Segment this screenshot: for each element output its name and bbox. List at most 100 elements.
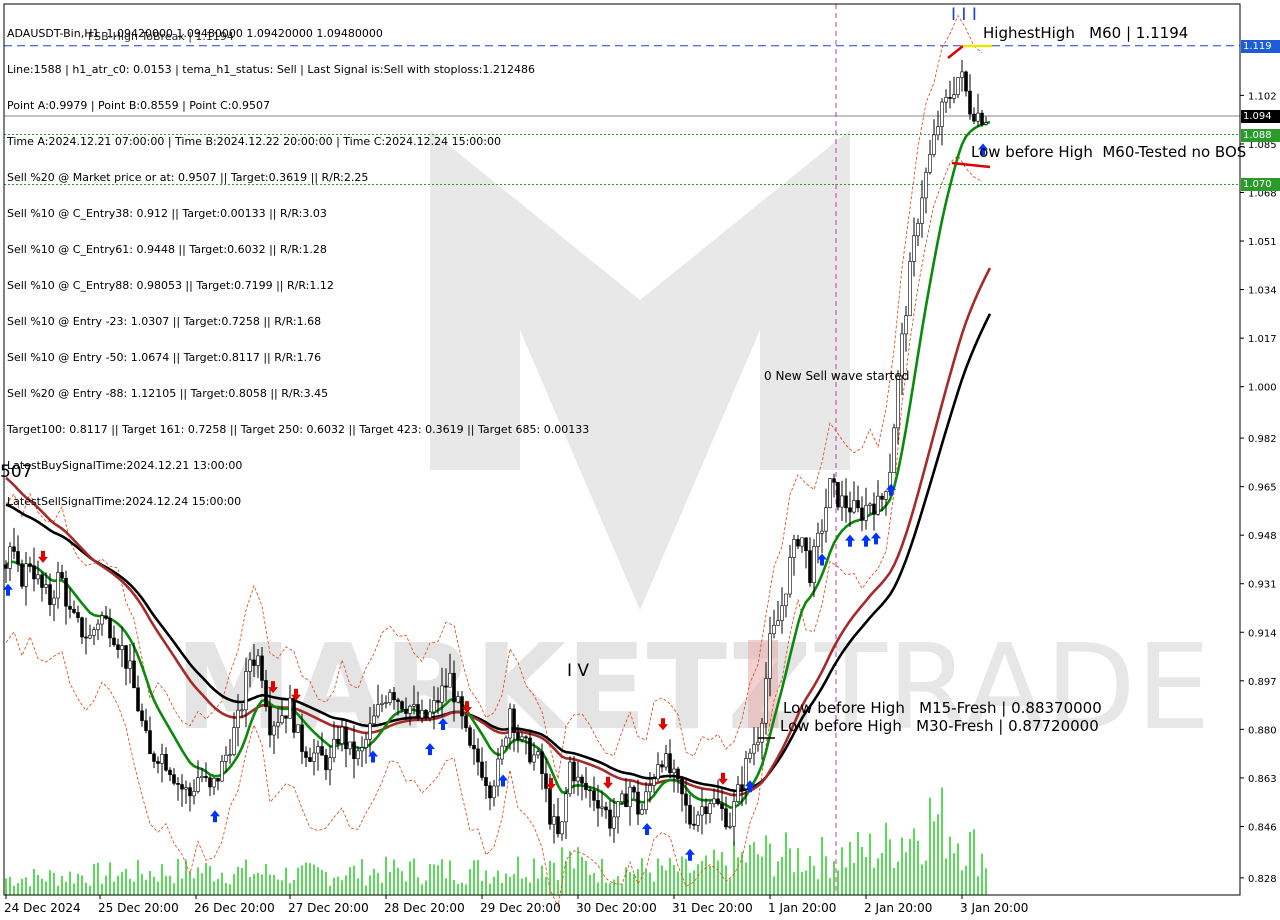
candle-body xyxy=(140,710,144,721)
price-tag: 1.094 xyxy=(1241,109,1280,123)
buy-arrow xyxy=(642,823,652,836)
candle-body xyxy=(64,578,68,607)
candle-body xyxy=(712,798,716,804)
candle-body xyxy=(256,655,260,666)
info-line: LatestSellSignalTime:2024.12.24 15:00:00 xyxy=(7,495,242,508)
candle-body xyxy=(972,113,976,122)
candle-body xyxy=(708,803,712,815)
candle-body xyxy=(808,550,812,583)
price-tick-label: 0.897 xyxy=(1248,677,1277,688)
candle-body xyxy=(884,491,888,500)
candle-body xyxy=(732,801,736,827)
candle-body xyxy=(736,784,740,802)
candle-body xyxy=(820,530,824,534)
candle-body xyxy=(656,764,660,780)
candle-body xyxy=(908,261,912,317)
candle-body xyxy=(668,753,672,774)
info-line: Time A:2024.12.21 07:00:00 | Time B:2024… xyxy=(7,135,501,148)
candle-body xyxy=(968,90,972,115)
candle-body xyxy=(620,793,624,803)
candle-body xyxy=(272,725,276,736)
low-marker-red xyxy=(951,161,991,169)
candle-body xyxy=(220,761,224,782)
candle-body xyxy=(788,557,792,595)
candle-body xyxy=(240,709,244,712)
candle-body xyxy=(548,788,552,825)
candle-body xyxy=(636,791,640,815)
time-tick-label: 29 Dec 20:00 xyxy=(480,901,561,915)
candle-body xyxy=(284,715,288,719)
candle-body xyxy=(752,744,756,754)
info-line: Sell %10 @ Entry -50: 1.0674 || Target:0… xyxy=(7,351,322,364)
candle-body xyxy=(144,720,148,731)
candle-body xyxy=(420,709,424,719)
candle-body xyxy=(580,776,584,784)
candle-body xyxy=(692,823,696,826)
highest-high-label: HighestHigh M60 | 1.1194 xyxy=(983,24,1189,42)
candle-body xyxy=(368,723,372,740)
candle-body xyxy=(864,505,868,521)
candle-body xyxy=(96,623,100,630)
candle-body xyxy=(556,816,560,835)
candle-body xyxy=(780,605,784,621)
candle-body xyxy=(796,539,800,547)
candle-body xyxy=(944,97,948,103)
candle-body xyxy=(192,791,196,797)
candle-body xyxy=(160,754,164,764)
candle-body xyxy=(108,618,112,639)
candle-body xyxy=(740,784,744,790)
candle-body xyxy=(896,375,900,429)
candle-body xyxy=(24,563,28,587)
candle-body xyxy=(280,715,284,724)
candle-body xyxy=(344,726,348,750)
candle-body xyxy=(380,702,384,705)
time-tick-label: 2 Jan 20:00 xyxy=(864,901,932,915)
candle-body xyxy=(836,482,840,508)
candle-body xyxy=(60,572,64,579)
candle-body xyxy=(600,806,604,809)
candle-body xyxy=(488,785,492,799)
candle-body xyxy=(700,806,704,816)
wave-iv-label: I V xyxy=(567,661,590,681)
low-before-high-m30-label: Low before High M30-Fresh | 0.87720000 xyxy=(780,717,1099,735)
candle-body xyxy=(20,563,24,587)
time-tick-label: 24 Dec 2024 xyxy=(4,901,81,915)
candle-body xyxy=(560,821,564,835)
candle-body xyxy=(844,495,848,509)
candle-body xyxy=(340,726,344,744)
candle-body xyxy=(36,574,40,580)
candle-body xyxy=(364,739,368,748)
candle-body xyxy=(468,727,472,746)
candle-body xyxy=(324,754,328,771)
candle-body xyxy=(440,685,444,703)
candle-body xyxy=(704,806,708,815)
candle-body xyxy=(824,507,828,532)
candle-body xyxy=(436,700,440,703)
candle-body xyxy=(492,785,496,799)
candle-body xyxy=(76,612,80,618)
candle-body xyxy=(356,750,360,760)
candle-body xyxy=(40,574,44,588)
price-tag: 1.119 xyxy=(1241,39,1280,53)
candle-body xyxy=(688,804,692,825)
candle-body xyxy=(288,697,292,719)
time-tick-label: 1 Jan 20:00 xyxy=(768,901,836,915)
candle-body xyxy=(56,572,60,599)
candle-body xyxy=(524,736,528,739)
candle-body xyxy=(572,761,576,782)
price-tick-label: 1.034 xyxy=(1248,286,1277,297)
candle-body xyxy=(196,777,200,792)
candle-body xyxy=(584,782,588,791)
candle-body xyxy=(648,785,652,793)
candle-body xyxy=(484,777,488,787)
candle-body xyxy=(980,112,984,125)
candle-body xyxy=(916,223,920,237)
candle-body xyxy=(84,636,88,639)
candle-body xyxy=(976,112,980,122)
candle-body xyxy=(52,597,56,605)
candle-body xyxy=(72,609,76,613)
price-tick-label: 1.051 xyxy=(1248,237,1277,248)
time-tick-label: 28 Dec 20:00 xyxy=(384,901,465,915)
candle-body xyxy=(932,134,936,155)
candle-body xyxy=(536,751,540,756)
